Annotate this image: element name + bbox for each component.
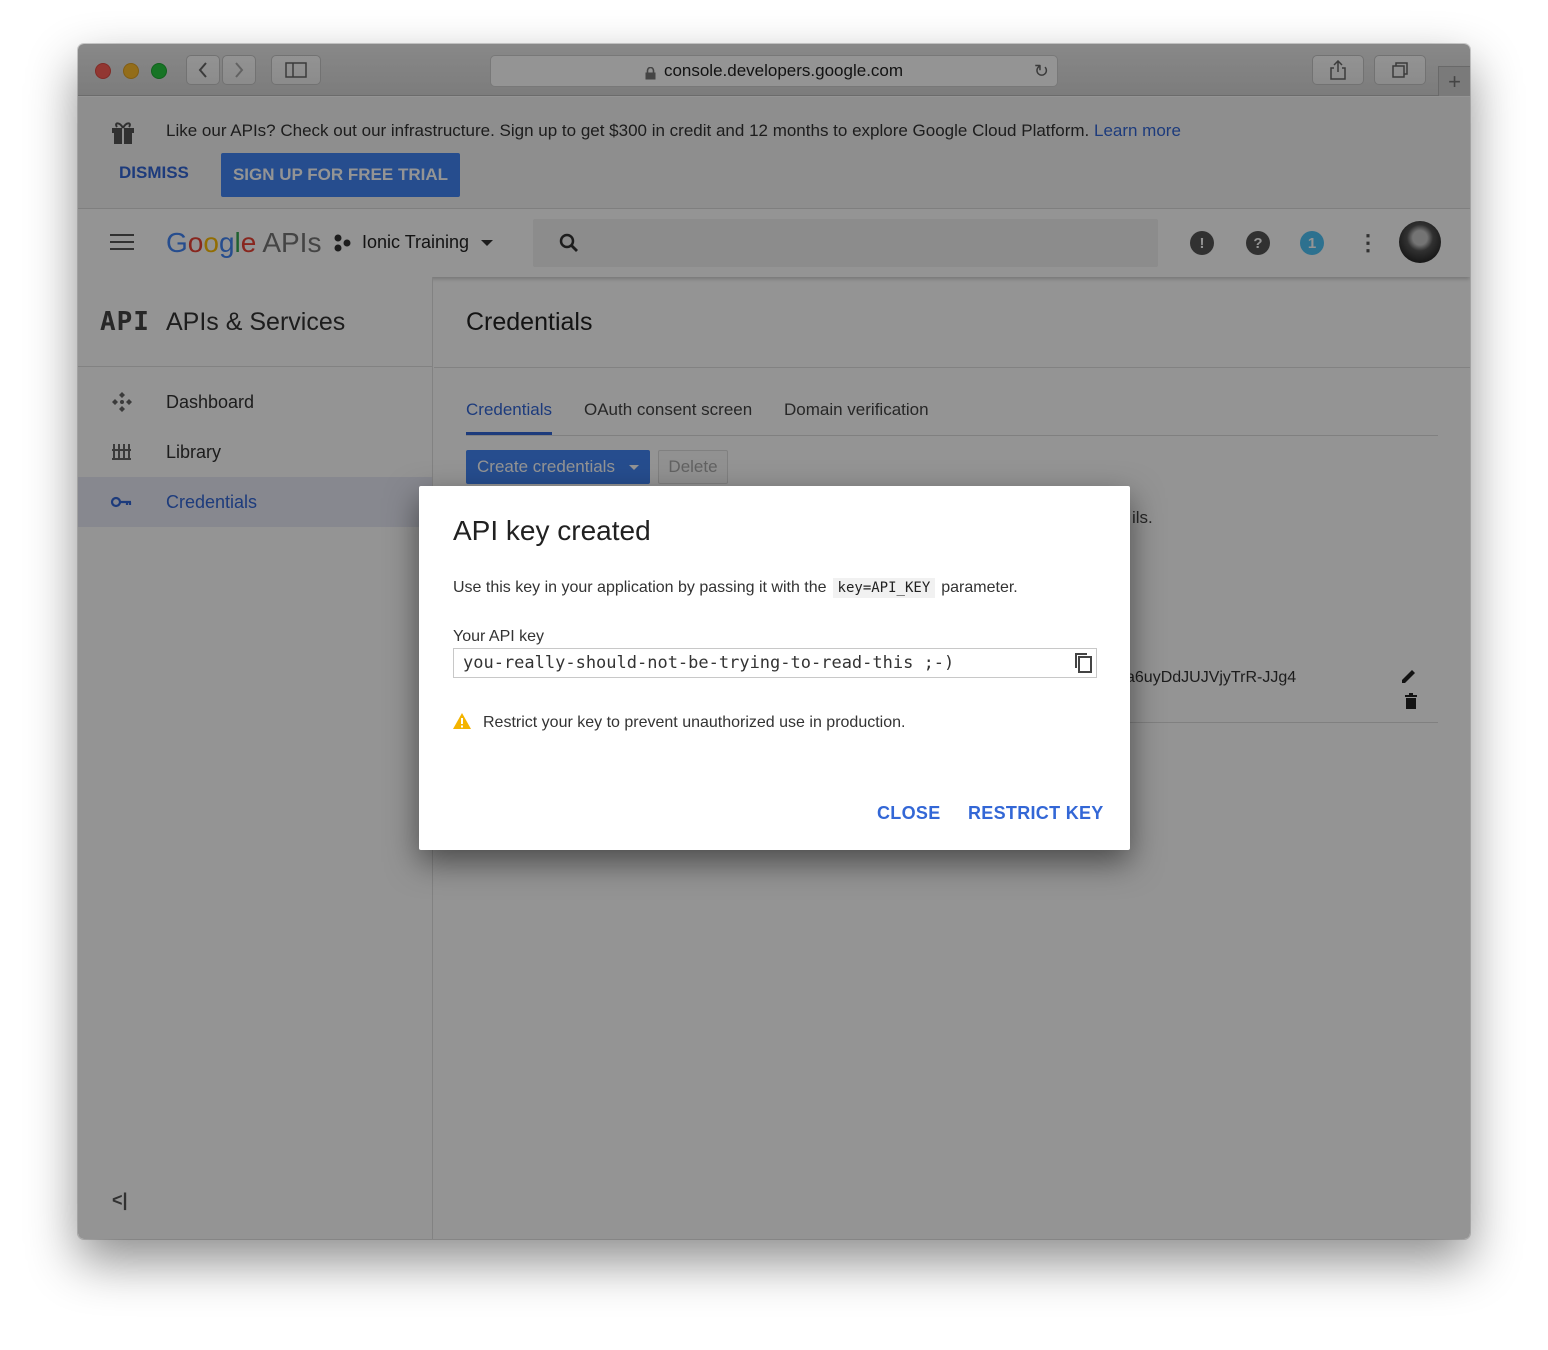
api-key-dialog: API key created Use this key in your app… (419, 486, 1130, 850)
dialog-description: Use this key in your application by pass… (453, 578, 1018, 598)
restrict-key-button[interactable]: RESTRICT KEY (968, 803, 1104, 824)
code-snippet: key=API_KEY (832, 578, 936, 598)
browser-window: console.developers.google.com ↻ + Like o… (78, 44, 1470, 1239)
copy-icon[interactable] (1073, 652, 1093, 674)
description-text: parameter. (941, 579, 1018, 596)
close-button[interactable]: CLOSE (877, 803, 941, 824)
api-key-field[interactable] (453, 648, 1097, 678)
dialog-title: API key created (453, 515, 651, 546)
api-key-label: Your API key (453, 628, 545, 645)
description-text: Use this key in your application by pass… (453, 579, 827, 596)
warning-icon (453, 713, 471, 729)
warning-text: Restrict your key to prevent unauthorize… (483, 714, 906, 731)
